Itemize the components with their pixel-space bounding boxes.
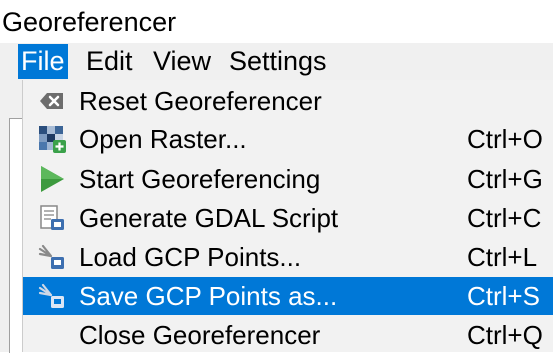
menu-item-shortcut: Ctrl+C	[467, 203, 542, 233]
menu-item-shortcut: Ctrl+S	[467, 281, 540, 311]
menu-item-reset-georeferencer[interactable]: Reset Georeferencer	[23, 82, 553, 120]
menu-item-label: Open Raster...	[79, 124, 247, 154]
menu-bar: File Edit View Settings	[0, 43, 553, 80]
menu-item-label: Start Georeferencing	[79, 164, 321, 194]
save-gcp-icon	[37, 281, 67, 311]
menu-edit[interactable]: Edit	[83, 44, 136, 79]
menu-item-save-gcp-points-as[interactable]: Save GCP Points as... Ctrl+S	[23, 277, 553, 315]
menu-view[interactable]: View	[150, 44, 214, 79]
menu-item-open-raster[interactable]: Open Raster... Ctrl+O	[23, 120, 553, 158]
gdal-script-icon	[37, 203, 67, 233]
menu-item-label: Reset Georeferencer	[79, 86, 322, 116]
menu-item-shortcut: Ctrl+Q	[467, 320, 543, 350]
menu-item-label: Save GCP Points as...	[79, 281, 338, 311]
open-raster-icon	[37, 124, 67, 154]
menu-item-label: Close Georeferencer	[79, 320, 321, 350]
file-menu-dropdown: Reset Georeferencer Open Raster... Ctrl+…	[22, 80, 553, 352]
menu-item-shortcut: Ctrl+L	[467, 242, 538, 272]
title-bar: Georeferencer	[0, 0, 553, 43]
menu-item-label: Generate GDAL Script	[79, 203, 339, 233]
menu-item-start-georeferencing[interactable]: Start Georeferencing Ctrl+G	[23, 160, 553, 198]
play-icon	[37, 164, 67, 194]
menu-item-label: Load GCP Points...	[79, 242, 302, 272]
menu-settings[interactable]: Settings	[226, 44, 330, 79]
menu-item-shortcut: Ctrl+O	[467, 124, 543, 154]
menu-file[interactable]: File	[18, 44, 68, 79]
load-gcp-icon	[37, 242, 67, 272]
window-title: Georeferencer	[2, 7, 177, 37]
menu-item-load-gcp-points[interactable]: Load GCP Points... Ctrl+L	[23, 238, 553, 276]
menu-item-close-georeferencer[interactable]: Close Georeferencer Ctrl+Q	[23, 316, 553, 354]
reset-icon	[37, 86, 67, 116]
background-panel	[9, 118, 23, 353]
menu-item-generate-gdal-script[interactable]: Generate GDAL Script Ctrl+C	[23, 199, 553, 237]
menu-item-shortcut: Ctrl+G	[467, 164, 543, 194]
